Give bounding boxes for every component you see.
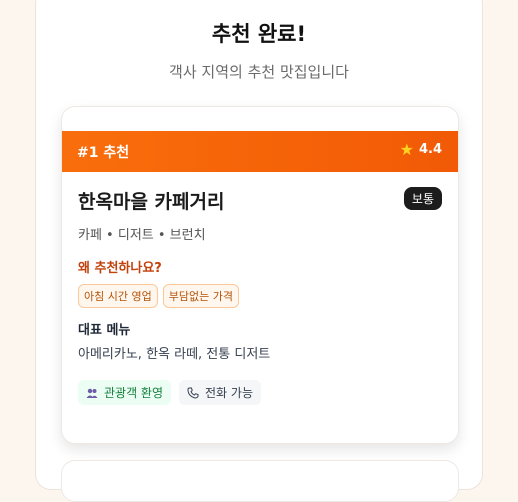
page-subtitle: 객사 지역의 추천 맛집입니다: [169, 63, 349, 81]
crowd-badge: 보통: [403, 187, 442, 210]
phone-icon: [187, 387, 199, 399]
rating-value: 4.4: [418, 142, 442, 157]
category-list: 카페 • 디저트 • 브런치: [78, 228, 206, 243]
menu-title: 대표 메뉴: [78, 323, 131, 338]
feature-label: 전화 가능: [205, 386, 253, 400]
feature-label: 관광객 환영: [104, 386, 164, 400]
feature-chip-tourist: 관광객 환영: [78, 380, 172, 405]
reason-tag: 아침 시간 영업: [78, 284, 158, 308]
page-title: 추천 완료!: [211, 22, 307, 46]
why-recommend-title: 왜 추천하나요?: [78, 261, 162, 276]
rank-label: #1 추천: [77, 145, 130, 161]
card-header: #1 추천 ★ 4.4: [62, 131, 458, 172]
restaurant-name: 한옥마을 카페거리: [78, 191, 225, 213]
menu-items: 아메리카노, 한옥 라떼, 전통 디저트: [78, 347, 271, 362]
people-icon: [86, 388, 98, 398]
feature-chip-phone: 전화 가능: [179, 380, 261, 405]
star-icon: ★: [399, 139, 414, 159]
feature-chips: 관광객 환영 전화 가능: [78, 380, 261, 405]
reason-tag: 부담없는 가격: [162, 284, 239, 308]
recommendation-card[interactable]: #1 추천 ★ 4.4 한옥마을 카페거리 보통 카페 • 디저트 • 브런치 …: [61, 106, 459, 444]
reason-tags: 아침 시간 영업 부담없는 가격: [78, 284, 239, 308]
rating: ★ 4.4: [399, 139, 442, 159]
next-recommendation-card[interactable]: [61, 460, 459, 502]
